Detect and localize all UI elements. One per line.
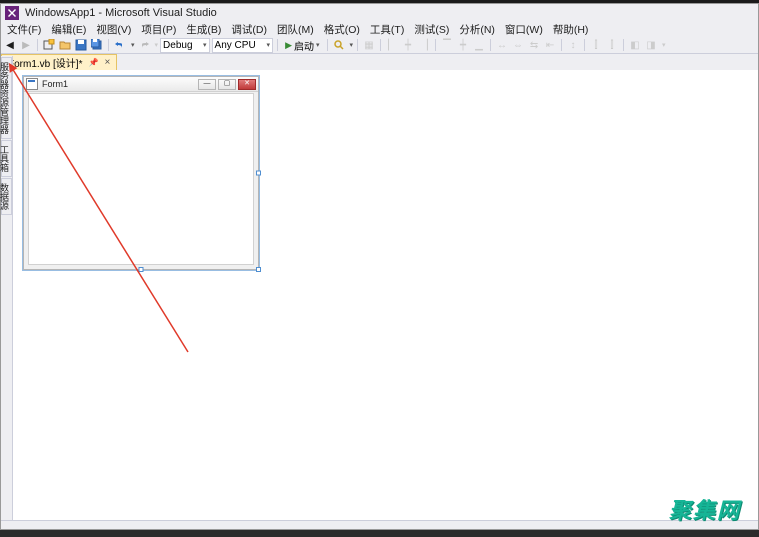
watermark-text: 聚集网 [669,493,741,525]
config-value: Debug [163,40,201,51]
find-button[interactable] [332,38,346,52]
menu-test[interactable]: 测试(S) [412,22,451,37]
align-bottom-button[interactable]: ▁ [472,38,486,52]
document-tabs: Form1.vb [设计]* 📌 × [1,54,758,71]
redo-dropdown-icon[interactable]: ▾ [155,41,159,49]
status-bar [1,520,758,529]
hspacing-remove-button[interactable]: ⇤ [543,38,557,52]
rail-server-explorer[interactable]: 服务器资源管理器 [1,57,12,139]
hspacing-equal-button[interactable]: ↔ [495,38,509,52]
tab-form1-designer[interactable]: Form1.vb [设计]* 📌 × [1,54,117,70]
window-title: WindowsApp1 - Microsoft Visual Studio [25,7,217,19]
save-button[interactable] [74,38,88,52]
bring-front-button[interactable]: ◧ [628,38,642,52]
titlebar: WindowsApp1 - Microsoft Visual Studio [1,4,758,22]
save-all-button[interactable] [90,38,104,52]
menu-project[interactable]: 项目(P) [139,22,178,37]
form-client-area[interactable] [28,93,254,265]
layout-dropdown-icon[interactable]: ▾ [662,41,666,49]
toolbar-separator [37,39,38,51]
nav-back-button[interactable]: ◀ [3,38,17,52]
form-titlebar: Form1 — ▢ ✕ [24,77,258,92]
menu-help[interactable]: 帮助(H) [551,22,591,37]
toolbar-separator [357,39,358,51]
toolbar-separator [435,39,436,51]
visual-studio-window: WindowsApp1 - Microsoft Visual Studio 文件… [0,3,759,530]
config-dropdown[interactable]: Debug ▾ [160,38,210,53]
undo-dropdown-icon[interactable]: ▾ [131,41,135,49]
pin-icon[interactable]: 📌 [88,58,98,67]
menu-window[interactable]: 窗口(W) [503,22,545,37]
menu-tools[interactable]: 工具(T) [368,22,406,37]
toolbar-separator [623,39,624,51]
chevron-down-icon: ▾ [267,41,271,49]
menu-team[interactable]: 团队(M) [275,22,316,37]
menu-analyze[interactable]: 分析(N) [457,22,497,37]
platform-value: Any CPU [215,40,265,51]
vs-logo-icon [5,6,19,20]
toolbar-separator [490,39,491,51]
menubar: 文件(F) 编辑(E) 视图(V) 项目(P) 生成(B) 调试(D) 团队(M… [1,22,758,37]
hspacing-dec-button[interactable]: ⇆ [527,38,541,52]
chevron-down-icon: ▾ [316,41,320,49]
menu-debug[interactable]: 调试(D) [229,22,269,37]
align-top-button[interactable]: ▔ [440,38,454,52]
play-icon: ▶ [285,40,292,51]
toolbar-separator [380,39,381,51]
center-h-button[interactable]: ⫿ [589,38,603,52]
toolbar-separator [108,39,109,51]
align-right-button[interactable]: ▕ [417,38,431,52]
close-window-icon: ✕ [238,79,256,90]
find-dropdown-icon[interactable]: ▾ [350,41,354,49]
align-middle-button[interactable]: ┿ [456,38,470,52]
form-window-buttons: — ▢ ✕ [198,79,256,90]
hspacing-inc-button[interactable]: ⇔ [511,38,525,52]
menu-edit[interactable]: 编辑(E) [49,22,88,37]
toolbar-separator [277,39,278,51]
form-icon [26,78,38,90]
center-v-button[interactable]: ⫿ [605,38,619,52]
form-caption: Form1 [42,79,198,89]
platform-dropdown[interactable]: Any CPU ▾ [212,38,274,53]
toolbar-separator [584,39,585,51]
send-back-button[interactable]: ◨ [644,38,658,52]
tab-label: Form1.vb [设计]* [8,55,82,70]
chevron-down-icon: ▾ [203,41,207,49]
vspacing-equal-button[interactable]: ↕ [566,38,580,52]
maximize-icon: ▢ [218,79,236,90]
menu-view[interactable]: 视图(V) [94,22,133,37]
resize-handle-s[interactable] [139,267,144,272]
start-debug-button[interactable]: ▶ 启动 ▾ [282,39,322,52]
resize-handle-se[interactable] [256,267,261,272]
open-button[interactable] [58,38,72,52]
close-icon[interactable]: × [104,57,110,68]
toolbar-separator [561,39,562,51]
design-form[interactable]: Form1 — ▢ ✕ [23,76,259,270]
align-center-button[interactable]: ┿ [401,38,415,52]
nav-fwd-button[interactable]: ▶ [19,38,33,52]
resize-handle-e[interactable] [256,171,261,176]
new-project-button[interactable] [42,38,56,52]
align-grid-button[interactable]: ▦ [362,38,376,52]
redo-button[interactable] [137,38,151,52]
designer-surface[interactable]: Form1 — ▢ ✕ [13,70,758,521]
toolbar: ◀ ▶ ▾ ▾ Debug ▾ Any CPU ▾ [1,37,758,54]
minimize-icon: — [198,79,216,90]
align-left-button[interactable]: ▏ [385,38,399,52]
menu-file[interactable]: 文件(F) [5,22,43,37]
rail-datasource[interactable]: 数据源 [1,178,12,215]
start-label: 启动 [294,38,314,53]
undo-button[interactable] [113,38,127,52]
menu-format[interactable]: 格式(O) [322,22,362,37]
left-rail: 服务器资源管理器 工具箱 数据源 [1,56,13,521]
rail-toolbox[interactable]: 工具箱 [1,140,12,177]
menu-build[interactable]: 生成(B) [184,22,223,37]
toolbar-separator [327,39,328,51]
